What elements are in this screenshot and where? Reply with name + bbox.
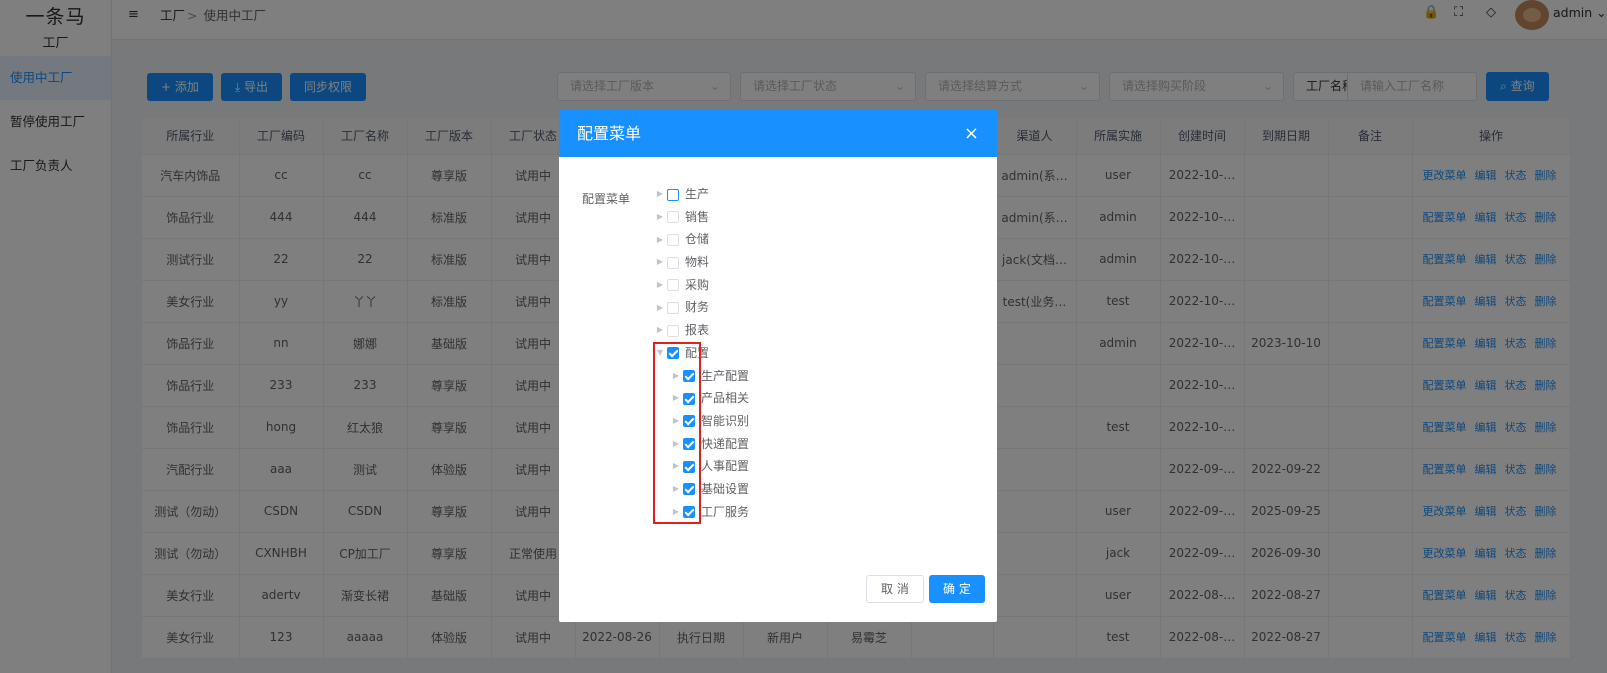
tree-checkbox[interactable] [667, 256, 679, 269]
tree-checkbox[interactable] [667, 301, 679, 314]
caret-right-icon[interactable]: ▶ [653, 319, 667, 342]
tree-node-label[interactable]: 仓储 [685, 232, 709, 246]
cancel-button[interactable]: 取 消 [866, 575, 924, 603]
tree-node: ▶ 生产 [653, 183, 749, 206]
tree-node-label[interactable]: 报表 [685, 323, 709, 337]
caret-right-icon[interactable]: ▶ [653, 251, 667, 274]
tree-node: ▶ 报表 [653, 319, 749, 342]
caret-right-icon[interactable]: ▶ [653, 274, 667, 297]
tree-node-label[interactable]: 智能识别 [701, 414, 749, 428]
tree-node-label[interactable]: 生产 [685, 187, 709, 201]
caret-right-icon[interactable]: ▶ [653, 183, 667, 206]
tree-node: ▶ 财务 [653, 296, 749, 319]
caret-right-icon[interactable]: ▶ [653, 206, 667, 229]
tree-node: ▶ 销售 [653, 206, 749, 229]
confirm-button[interactable]: 确 定 [929, 575, 985, 603]
tree-node: ▶ 仓储 [653, 228, 749, 251]
tree-node-label[interactable]: 工厂服务 [701, 505, 749, 519]
tree-checkbox[interactable] [667, 188, 679, 201]
tree-node-label[interactable]: 产品相关 [701, 391, 749, 405]
tree-checkbox[interactable] [667, 211, 679, 224]
annotation-highlight-box [653, 342, 701, 524]
dialog-title: 配置菜单 [577, 124, 642, 143]
caret-right-icon[interactable]: ▶ [653, 229, 667, 252]
menu-form-label: 配置菜单 [582, 192, 631, 206]
dialog-header: 配置菜单 × [559, 110, 997, 157]
config-menu-dialog: 配置菜单 × 配置菜单 ▶ 生产 ▶ 销售 ▶ 仓储 ▶ 物料 ▶ 采购 ▶ 财务 ▶ 报表 ▼ 配置 ▶ 生产配… [559, 110, 997, 622]
tree-node-label[interactable]: 销售 [685, 210, 709, 224]
tree-checkbox[interactable] [667, 324, 679, 337]
tree-node-label[interactable]: 人事配置 [701, 459, 749, 473]
close-icon[interactable]: × [964, 110, 979, 157]
tree-node-label[interactable]: 采购 [685, 278, 709, 292]
tree-node-label[interactable]: 快递配置 [701, 437, 749, 451]
tree-node-label[interactable]: 财务 [685, 300, 709, 314]
caret-right-icon[interactable]: ▶ [653, 297, 667, 320]
tree-checkbox[interactable] [667, 279, 679, 292]
tree-checkbox[interactable] [667, 233, 679, 246]
tree-node-label[interactable]: 生产配置 [701, 369, 749, 383]
tree-node: ▶ 物料 [653, 251, 749, 274]
tree-node-label[interactable]: 物料 [685, 255, 709, 269]
tree-node-label[interactable]: 基础设置 [701, 482, 749, 496]
tree-node: ▶ 采购 [653, 274, 749, 297]
